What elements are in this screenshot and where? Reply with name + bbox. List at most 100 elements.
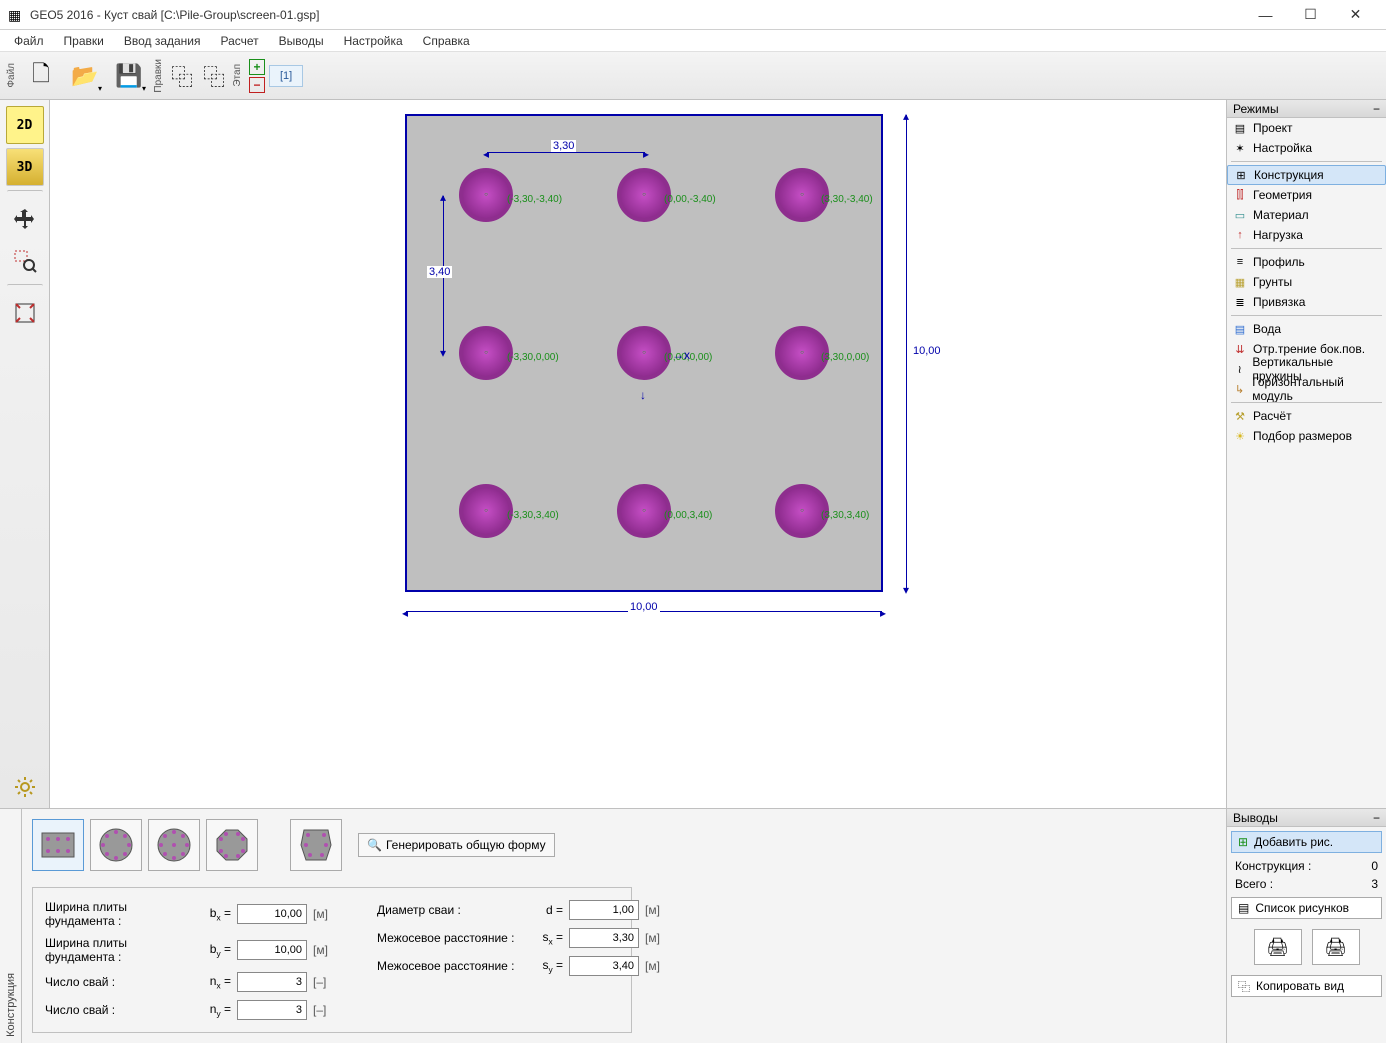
outputs-panel: Выводы− ⊞ Добавить рис. Конструкция :0 В… bbox=[1226, 809, 1386, 1043]
zoom-window-tool[interactable] bbox=[6, 242, 44, 280]
mode-water[interactable]: ▤Вода bbox=[1227, 319, 1386, 339]
new-file-button[interactable]: 🗋 bbox=[21, 56, 61, 96]
mode-material[interactable]: ▭Материал bbox=[1227, 205, 1386, 225]
stage-tab-1[interactable]: [1] bbox=[269, 65, 303, 87]
param-by-input[interactable] bbox=[237, 940, 307, 960]
stage-remove-button[interactable]: − bbox=[249, 77, 265, 93]
copy-view-button[interactable]: ⿻ Копировать вид bbox=[1231, 975, 1382, 997]
modes-title: Режимы− bbox=[1227, 100, 1386, 118]
pile bbox=[617, 484, 671, 538]
mode-calc[interactable]: ⚒Расчёт bbox=[1227, 406, 1386, 426]
pile-coord: (0,00,-3,40) bbox=[664, 194, 716, 205]
shape-circle-9[interactable] bbox=[148, 819, 200, 871]
left-toolbar: 2D 3D bbox=[0, 100, 50, 808]
param-sy-input[interactable] bbox=[569, 956, 639, 976]
pile bbox=[459, 168, 513, 222]
separator bbox=[7, 190, 43, 196]
settings-gear-button[interactable] bbox=[6, 768, 44, 806]
pile bbox=[617, 168, 671, 222]
toolbar: Файл 🗋 📂▾ 💾▾ Правки ⿻ ⿻ Этап + − [1] bbox=[0, 52, 1386, 100]
add-picture-button[interactable]: ⊞ Добавить рис. bbox=[1231, 831, 1382, 853]
param-d-unit: [м] bbox=[645, 903, 669, 917]
menu-help[interactable]: Справка bbox=[415, 32, 478, 50]
open-file-button[interactable]: 📂▾ bbox=[65, 56, 105, 96]
save-file-button[interactable]: 💾▾ bbox=[109, 56, 149, 96]
param-sx-input[interactable] bbox=[569, 928, 639, 948]
bottom-frame-label: Конструкция bbox=[0, 809, 22, 1043]
collapse-icon[interactable]: − bbox=[1373, 102, 1380, 116]
copy-button[interactable]: ⿻ bbox=[168, 57, 196, 95]
pile bbox=[617, 326, 671, 380]
param-nx-input[interactable] bbox=[237, 972, 307, 992]
pile-coord: (3,30,-3,40) bbox=[821, 194, 873, 205]
param-by-unit: [м] bbox=[313, 943, 337, 957]
pan-tool[interactable] bbox=[6, 200, 44, 238]
param-sy-label: Межосевое расстояние : bbox=[377, 959, 527, 973]
shape-rect-grid[interactable] bbox=[32, 819, 84, 871]
drawing-canvas[interactable]: (-3,30,-3,40) (0,00,-3,40) (3,30,-3,40) … bbox=[50, 100, 1226, 808]
menu-output[interactable]: Выводы bbox=[271, 32, 332, 50]
stage-add-button[interactable]: + bbox=[249, 59, 265, 75]
mode-settings[interactable]: ✶Настройка bbox=[1227, 138, 1386, 158]
copy-icon: ⿻ bbox=[1238, 978, 1250, 995]
param-by-sym: by = bbox=[201, 942, 231, 958]
param-ny-sym: ny = bbox=[201, 1002, 231, 1018]
print-color-button[interactable]: 🖨 bbox=[1312, 929, 1360, 965]
profile-icon: ≡ bbox=[1233, 255, 1247, 269]
shape-circle-8[interactable] bbox=[90, 819, 142, 871]
mode-project[interactable]: ▤Проект bbox=[1227, 118, 1386, 138]
menu-calc[interactable]: Расчет bbox=[213, 32, 267, 50]
shape-general[interactable] bbox=[290, 819, 342, 871]
param-ny-input[interactable] bbox=[237, 1000, 307, 1020]
dimension-line: ◂ ▸ bbox=[487, 152, 645, 153]
close-button[interactable]: ✕ bbox=[1333, 1, 1378, 29]
dimension-sx: 3,30 bbox=[551, 140, 576, 152]
dims-icon: ☀ bbox=[1233, 429, 1247, 443]
menu-input[interactable]: Ввод задания bbox=[116, 32, 209, 50]
maximize-button[interactable]: ☐ bbox=[1288, 1, 1333, 29]
dimension-sy: 3,40 bbox=[427, 266, 452, 278]
assign-icon: ≣ bbox=[1233, 295, 1247, 309]
axis-y-icon: ↓ bbox=[640, 388, 646, 402]
dimension-line: ▴ ▾ bbox=[906, 115, 907, 591]
menu-file[interactable]: Файл bbox=[6, 32, 52, 50]
outputs-title: Выводы− bbox=[1227, 809, 1386, 827]
param-bx-sym: bx = bbox=[201, 906, 231, 922]
param-bx-input[interactable] bbox=[237, 904, 307, 924]
mode-assign[interactable]: ≣Привязка bbox=[1227, 292, 1386, 312]
water-icon: ▤ bbox=[1233, 322, 1247, 336]
collapse-icon[interactable]: − bbox=[1373, 811, 1380, 824]
geometry-icon: ⫿⫿ bbox=[1233, 188, 1247, 202]
module-icon: ↳ bbox=[1233, 382, 1246, 396]
view-2d-button[interactable]: 2D bbox=[6, 106, 44, 144]
paste-button[interactable]: ⿻ bbox=[200, 57, 228, 95]
dimension-bx: 10,00 bbox=[628, 601, 660, 613]
minimize-button[interactable]: — bbox=[1243, 1, 1288, 29]
mode-soils[interactable]: ▦Грунты bbox=[1227, 272, 1386, 292]
list-icon: ▤ bbox=[1238, 901, 1249, 915]
foundation-slab: (-3,30,-3,40) (0,00,-3,40) (3,30,-3,40) … bbox=[406, 115, 882, 591]
shape-octagon[interactable] bbox=[206, 819, 258, 871]
menu-edit[interactable]: Правки bbox=[56, 32, 112, 50]
param-d-input[interactable] bbox=[569, 900, 639, 920]
axis-x-icon: →x bbox=[672, 348, 690, 362]
separator bbox=[7, 284, 43, 290]
generate-shape-button[interactable]: 🔍 Генерировать общую форму bbox=[358, 833, 555, 857]
menu-settings[interactable]: Настройка bbox=[336, 32, 411, 50]
window-title: GEO5 2016 - Куст свай [C:\Pile-Group\scr… bbox=[30, 8, 1243, 22]
mode-load[interactable]: ↑Нагрузка bbox=[1227, 225, 1386, 245]
mode-hmodule[interactable]: ↳Горизонтальный модуль bbox=[1227, 379, 1386, 399]
mode-structure[interactable]: ⊞Конструкция bbox=[1227, 165, 1386, 185]
view-3d-button[interactable]: 3D bbox=[6, 148, 44, 186]
mode-dims[interactable]: ☀Подбор размеров bbox=[1227, 426, 1386, 446]
fit-view-tool[interactable] bbox=[6, 294, 44, 332]
print-button[interactable]: 🖨 bbox=[1254, 929, 1302, 965]
toolbar-group-edit: Правки bbox=[151, 57, 166, 95]
modes-panel: Режимы− ▤Проект ✶Настройка ⊞Конструкция … bbox=[1226, 100, 1386, 808]
gear-icon: ✶ bbox=[1233, 141, 1247, 155]
mode-geometry[interactable]: ⫿⫿Геометрия bbox=[1227, 185, 1386, 205]
param-bx-unit: [м] bbox=[313, 907, 337, 921]
mode-profile[interactable]: ≡Профиль bbox=[1227, 252, 1386, 272]
picture-list-button[interactable]: ▤ Список рисунков bbox=[1231, 897, 1382, 919]
document-icon: ▤ bbox=[1233, 121, 1247, 135]
